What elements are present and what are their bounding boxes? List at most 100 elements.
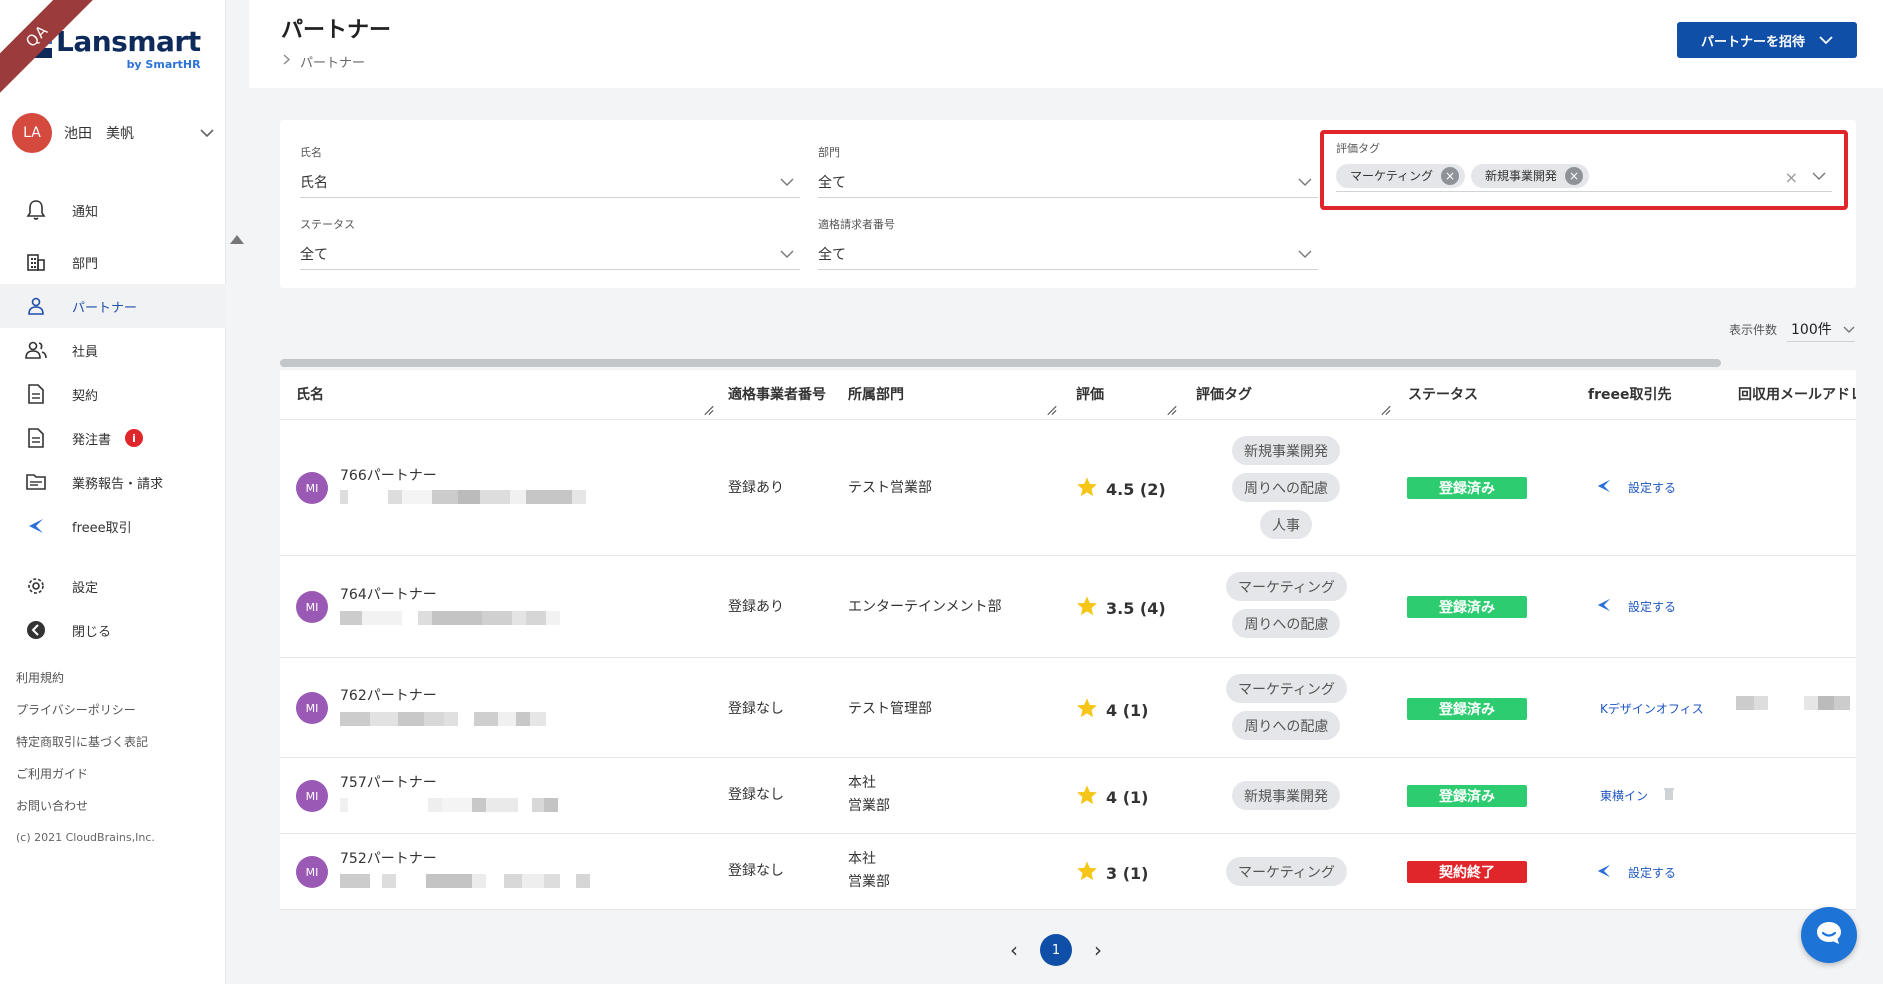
status-badge: 登録済み: [1407, 477, 1527, 499]
resize-handle-icon[interactable]: [1166, 406, 1176, 416]
table-row[interactable]: MI 766パートナー 登録あり テスト営業部 4.5 (2) 新規事業開発 周…: [280, 420, 1856, 556]
col-qualified[interactable]: 適格事業者番号: [728, 384, 826, 404]
freee-logo-icon: [1596, 478, 1612, 497]
sidebar-item-order[interactable]: 発注書 i: [0, 416, 226, 460]
eval-tag: 周りへの配慮: [1232, 609, 1341, 638]
sidebar-item-contract[interactable]: 契約: [0, 372, 226, 416]
chevron-down-icon: [1298, 174, 1312, 190]
chevron-down-icon[interactable]: [1812, 168, 1826, 184]
logo-sub: by SmartHR: [126, 58, 201, 71]
partner-name[interactable]: 764パートナー: [340, 584, 437, 604]
col-tags[interactable]: 評価タグ: [1196, 384, 1252, 404]
filter-tag-select[interactable]: マーケティング × 新規事業開発 × ×: [1336, 160, 1832, 192]
trash-icon[interactable]: [1664, 788, 1675, 803]
freee-link[interactable]: 東横イン: [1600, 787, 1675, 804]
remove-chip-icon[interactable]: ×: [1441, 166, 1460, 185]
col-name[interactable]: 氏名: [296, 384, 324, 404]
filter-panel: 氏名 氏名 部門 全て 評価タグ マーケティング × 新規事業開発 × × ステ…: [280, 120, 1856, 288]
rating-value: 4 (1): [1106, 787, 1149, 807]
breadcrumb-item[interactable]: パートナー: [300, 52, 365, 71]
freee-link-label: 東横イン: [1600, 789, 1649, 803]
sidebar-item-employee[interactable]: 社員: [0, 328, 226, 372]
filter-status-select[interactable]: 全て: [300, 238, 800, 270]
footer-link-commerce[interactable]: 特定商取引に基づく表記: [16, 726, 155, 758]
scroll-up-arrow-icon[interactable]: [230, 235, 244, 244]
prev-page-button[interactable]: ‹: [1010, 938, 1018, 962]
freee-logo-icon: [1596, 597, 1612, 616]
freee-link-label: 設定する: [1628, 866, 1677, 880]
freee-link[interactable]: 設定する: [1596, 478, 1676, 497]
sidebar-item-settings[interactable]: 設定: [0, 564, 226, 608]
footer-link-terms[interactable]: 利用規約: [16, 662, 155, 694]
sidebar-item-label: 部門: [72, 256, 99, 272]
table-row[interactable]: MI 762パートナー 登録なし テスト管理部 4 (1) マーケティング 周り…: [280, 658, 1856, 758]
freee-link[interactable]: 設定する: [1596, 597, 1676, 616]
page-number-current[interactable]: 1: [1040, 934, 1072, 966]
partner-name[interactable]: 757パートナー: [340, 772, 437, 792]
col-dept[interactable]: 所属部門: [848, 384, 904, 404]
redacted-text: [340, 490, 586, 504]
horizontal-scrollbar[interactable]: [280, 359, 1856, 367]
collapse-arrow-icon: [24, 618, 48, 642]
status-badge: 登録済み: [1407, 698, 1527, 720]
logo-name: Lansmart: [56, 25, 201, 58]
table-row[interactable]: MI 757パートナー 登録なし 本社 営業部 4 (1) 新規事業開発 登録済…: [280, 758, 1856, 834]
partner-dept: テスト管理部: [848, 701, 932, 717]
table-row[interactable]: MI 764パートナー 登録あり エンターテインメント部 3.5 (4) マーケ…: [280, 556, 1856, 658]
filter-dept-select[interactable]: 全て: [818, 166, 1318, 198]
eval-tag: 周りへの配慮: [1232, 711, 1341, 740]
tag-chip-label: マーケティング: [1350, 169, 1434, 183]
filter-dept-label: 部門: [818, 146, 840, 159]
partner-name[interactable]: 762パートナー: [340, 685, 437, 705]
eval-tag: 人事: [1260, 510, 1312, 539]
invite-partner-button[interactable]: パートナーを招待: [1677, 22, 1857, 58]
chat-support-button[interactable]: [1801, 907, 1857, 963]
footer-link-contact[interactable]: お問い合わせ: [16, 790, 155, 822]
partner-name[interactable]: 766パートナー: [340, 465, 437, 485]
sidebar-item-label: 業務報告・請求: [72, 476, 164, 492]
col-freee[interactable]: freee取引先: [1588, 384, 1671, 404]
chat-bubble-icon: [1815, 920, 1843, 950]
sidebar-item-close[interactable]: 閉じる: [0, 608, 226, 652]
user-menu[interactable]: LA 池田 美帆: [12, 113, 222, 153]
freee-link[interactable]: Kデザインオフィス: [1600, 700, 1704, 717]
invite-partner-label: パートナーを招待: [1700, 34, 1805, 50]
sidebar-item-partner[interactable]: パートナー: [0, 284, 226, 328]
footer-link-guide[interactable]: ご利用ガイド: [16, 758, 155, 790]
folder-icon: [24, 470, 48, 494]
sidebar-item-dept[interactable]: 部門: [0, 240, 226, 284]
col-rating[interactable]: 評価: [1076, 384, 1104, 404]
filter-invoice: 適格請求者番号 全て: [818, 216, 1318, 270]
filter-invoice-select[interactable]: 全て: [818, 238, 1318, 270]
footer-link-privacy[interactable]: プライバシーポリシー: [16, 694, 155, 726]
resize-handle-icon[interactable]: [1380, 406, 1390, 416]
user-name: 池田 美帆: [64, 126, 134, 142]
filter-tag: 評価タグ マーケティング × 新規事業開発 × ×: [1336, 140, 1832, 192]
scrollbar-thumb[interactable]: [280, 359, 1721, 367]
partner-name[interactable]: 752パートナー: [340, 848, 437, 868]
sidebar-item-report[interactable]: 業務報告・請求: [0, 460, 226, 504]
clear-icon[interactable]: ×: [1785, 168, 1798, 187]
per-page-select[interactable]: 100件: [1787, 316, 1855, 342]
remove-chip-icon[interactable]: ×: [1565, 166, 1584, 185]
filter-dept: 部門 全て: [818, 144, 1318, 198]
page-title: パートナー: [281, 18, 392, 43]
next-page-button[interactable]: ›: [1094, 938, 1102, 962]
col-email[interactable]: 回収用メールアドレ: [1738, 384, 1856, 404]
rating-value: 3 (1): [1106, 863, 1149, 883]
per-page-value: 100件: [1791, 321, 1832, 338]
col-status[interactable]: ステータス: [1408, 384, 1478, 404]
eval-tag: 新規事業開発: [1232, 436, 1340, 465]
filter-name-select[interactable]: 氏名: [300, 166, 800, 198]
status-badge: 契約終了: [1407, 861, 1527, 883]
filter-name-value: 氏名: [300, 174, 328, 191]
resize-handle-icon[interactable]: [1046, 406, 1056, 416]
sidebar-item-freee[interactable]: freee取引: [0, 504, 226, 548]
table-row[interactable]: MI 752パートナー 登録なし 本社 営業部 3 (1) マーケティング 契約…: [280, 834, 1856, 910]
filter-dept-value: 全て: [818, 174, 846, 191]
freee-link[interactable]: 設定する: [1596, 863, 1676, 882]
sidebar-item-notify[interactable]: 通知: [0, 188, 226, 232]
chevron-down-icon: [1843, 321, 1855, 337]
page-header: パートナー パートナー パートナーを招待: [249, 0, 1883, 88]
resize-handle-icon[interactable]: [703, 406, 713, 416]
